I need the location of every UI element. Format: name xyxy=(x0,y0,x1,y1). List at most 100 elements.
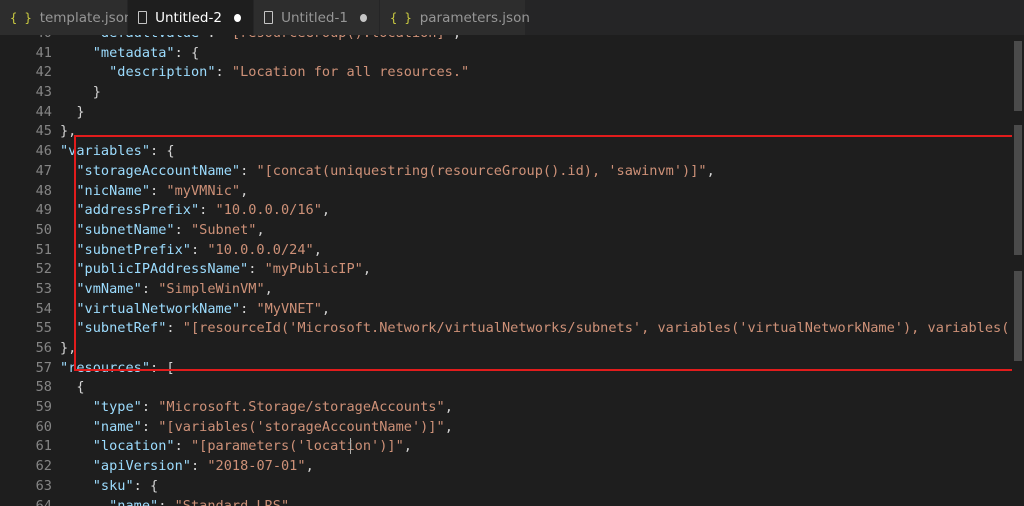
line-number: 52 xyxy=(35,261,52,278)
json-key: "location" xyxy=(92,438,175,455)
json-braces-icon: { } xyxy=(10,10,32,25)
line-number: 62 xyxy=(35,458,52,475)
json-punctuation: : xyxy=(166,320,183,337)
json-punctuation xyxy=(60,163,76,179)
unsaved-dot-icon[interactable] xyxy=(233,13,241,22)
json-punctuation xyxy=(60,458,93,474)
code-line[interactable]: "subnetName": "Subnet", xyxy=(60,221,1009,241)
json-punctuation xyxy=(60,498,109,506)
code-line[interactable]: "location": "[parameters('location')]", xyxy=(60,437,1009,457)
json-punctuation: , xyxy=(321,202,331,219)
json-punctuation xyxy=(60,281,76,297)
line-number: 60 xyxy=(35,418,52,435)
line-number: 59 xyxy=(35,399,52,416)
code-line[interactable]: "type": "Microsoft.Storage/storageAccoun… xyxy=(60,398,1009,418)
code-line[interactable]: "storageAccountName": "[concat(uniquestr… xyxy=(60,162,1009,182)
code-line[interactable]: "metadata": { xyxy=(60,44,1009,64)
unsaved-dot-icon[interactable] xyxy=(359,13,367,22)
code-line[interactable]: "sku": { xyxy=(60,477,1009,497)
code-line[interactable]: "apiVersion": "2018-07-01", xyxy=(60,457,1009,477)
file-icon xyxy=(264,11,274,24)
tab-parameters-json[interactable]: { } parameters.json xyxy=(380,0,530,35)
json-punctuation: }, xyxy=(60,123,77,140)
json-key: "defaultValue" xyxy=(93,35,208,41)
tab-label: parameters.json xyxy=(419,9,530,26)
json-string: "10.0.0.0/24" xyxy=(207,241,314,258)
json-punctuation: : xyxy=(240,300,257,317)
line-number: 50 xyxy=(35,221,52,238)
json-punctuation xyxy=(60,419,93,435)
json-punctuation: } xyxy=(60,103,85,120)
code-line[interactable]: } xyxy=(60,83,1009,103)
code-line[interactable]: "variables": { xyxy=(60,142,1009,162)
json-punctuation: }, xyxy=(60,340,77,356)
line-number: 45 xyxy=(35,123,52,140)
json-punctuation: : xyxy=(141,418,159,435)
json-key: "vmName" xyxy=(76,280,142,297)
tab-bar: { } template.json Untitled-2 Untitled-1 … xyxy=(0,0,1024,35)
json-key: "metadata" xyxy=(92,44,175,61)
code-line[interactable]: "subnetRef": "[resourceId('Microsoft.Net… xyxy=(60,319,1009,339)
json-punctuation: : { xyxy=(133,477,159,494)
json-punctuation: } xyxy=(60,84,101,101)
code-line[interactable]: "name": "[variables('storageAccountName'… xyxy=(60,418,1009,438)
json-punctuation: , xyxy=(240,182,249,199)
code-area[interactable]: "defaultValue": "[resourceGroup().locati… xyxy=(60,35,1009,506)
tab-template-json[interactable]: { } template.json xyxy=(0,0,133,35)
line-number: 46 xyxy=(35,143,52,160)
json-key: "name" xyxy=(92,418,142,435)
json-punctuation: , xyxy=(444,399,453,416)
code-line[interactable]: }, xyxy=(60,339,1009,359)
json-key: "storageAccountName" xyxy=(76,162,241,179)
tab-untitled-2[interactable]: Untitled-2 xyxy=(128,0,254,35)
code-line[interactable]: "addressPrefix": "10.0.0.0/16", xyxy=(60,201,1009,221)
json-key: "name" xyxy=(109,497,159,506)
code-line[interactable]: "resources": [ xyxy=(60,359,1009,379)
code-line[interactable]: "publicIPAddressName": "myPublicIP", xyxy=(60,260,1009,280)
json-punctuation xyxy=(60,183,76,199)
json-punctuation xyxy=(60,35,93,41)
tab-label: template.json xyxy=(39,9,133,26)
json-string: "Standard_LRS" xyxy=(174,497,290,506)
minimap-stripe xyxy=(1014,41,1022,111)
line-number: 56 xyxy=(35,340,52,356)
json-braces-icon: { } xyxy=(390,10,412,25)
code-editor[interactable]: 4041 42 43 44 45 46 47 48 49 50 51 52 53 54 55 56 57 58 59… xyxy=(0,35,1024,506)
line-number: 64 xyxy=(35,497,52,506)
tab-untitled-1[interactable]: Untitled-1 xyxy=(254,0,380,35)
text-cursor xyxy=(350,438,351,454)
json-punctuation xyxy=(60,242,76,258)
json-punctuation: , xyxy=(256,221,265,238)
code-line[interactable]: "vmName": "SimpleWinVM", xyxy=(60,280,1009,300)
json-string: "SimpleWinVM" xyxy=(158,280,265,297)
code-line[interactable]: "description": "Location for all resourc… xyxy=(60,63,1009,83)
json-punctuation: , xyxy=(444,418,453,435)
json-key: "virtualNetworkName" xyxy=(76,300,241,317)
json-string: "myVMNic" xyxy=(166,182,241,199)
tab-label: Untitled-2 xyxy=(155,9,222,26)
code-line[interactable]: "virtualNetworkName": "MyVNET", xyxy=(60,300,1009,320)
json-punctuation: : xyxy=(215,64,232,81)
json-key: "variables" xyxy=(60,143,151,160)
json-string: "[resourceGroup().location]" xyxy=(224,35,453,41)
json-punctuation: : xyxy=(174,221,191,238)
json-punctuation: : { xyxy=(150,143,175,160)
line-number: 57 xyxy=(35,359,52,376)
line-number: 53 xyxy=(35,280,52,297)
code-line[interactable]: "defaultValue": "[resourceGroup().locati… xyxy=(60,35,1009,44)
overview-ruler[interactable] xyxy=(1012,35,1024,506)
code-line[interactable]: } xyxy=(60,103,1009,123)
json-punctuation: : xyxy=(141,399,159,416)
json-punctuation xyxy=(60,64,109,80)
json-punctuation xyxy=(60,45,93,61)
json-punctuation xyxy=(60,261,76,277)
json-punctuation: : xyxy=(190,241,208,258)
code-line[interactable]: "nicName": "myVMNic", xyxy=(60,182,1009,202)
json-string: "MyVNET" xyxy=(256,300,322,317)
json-string: "[concat(uniquestring(resourceGroup().id… xyxy=(256,162,707,179)
code-line[interactable]: "subnetPrefix": "10.0.0.0/24", xyxy=(60,241,1009,261)
json-punctuation xyxy=(60,320,76,336)
code-line[interactable]: { xyxy=(60,378,1009,398)
code-line[interactable]: "name": "Standard_LRS" xyxy=(60,497,1009,506)
code-line[interactable]: }, xyxy=(60,122,1009,142)
